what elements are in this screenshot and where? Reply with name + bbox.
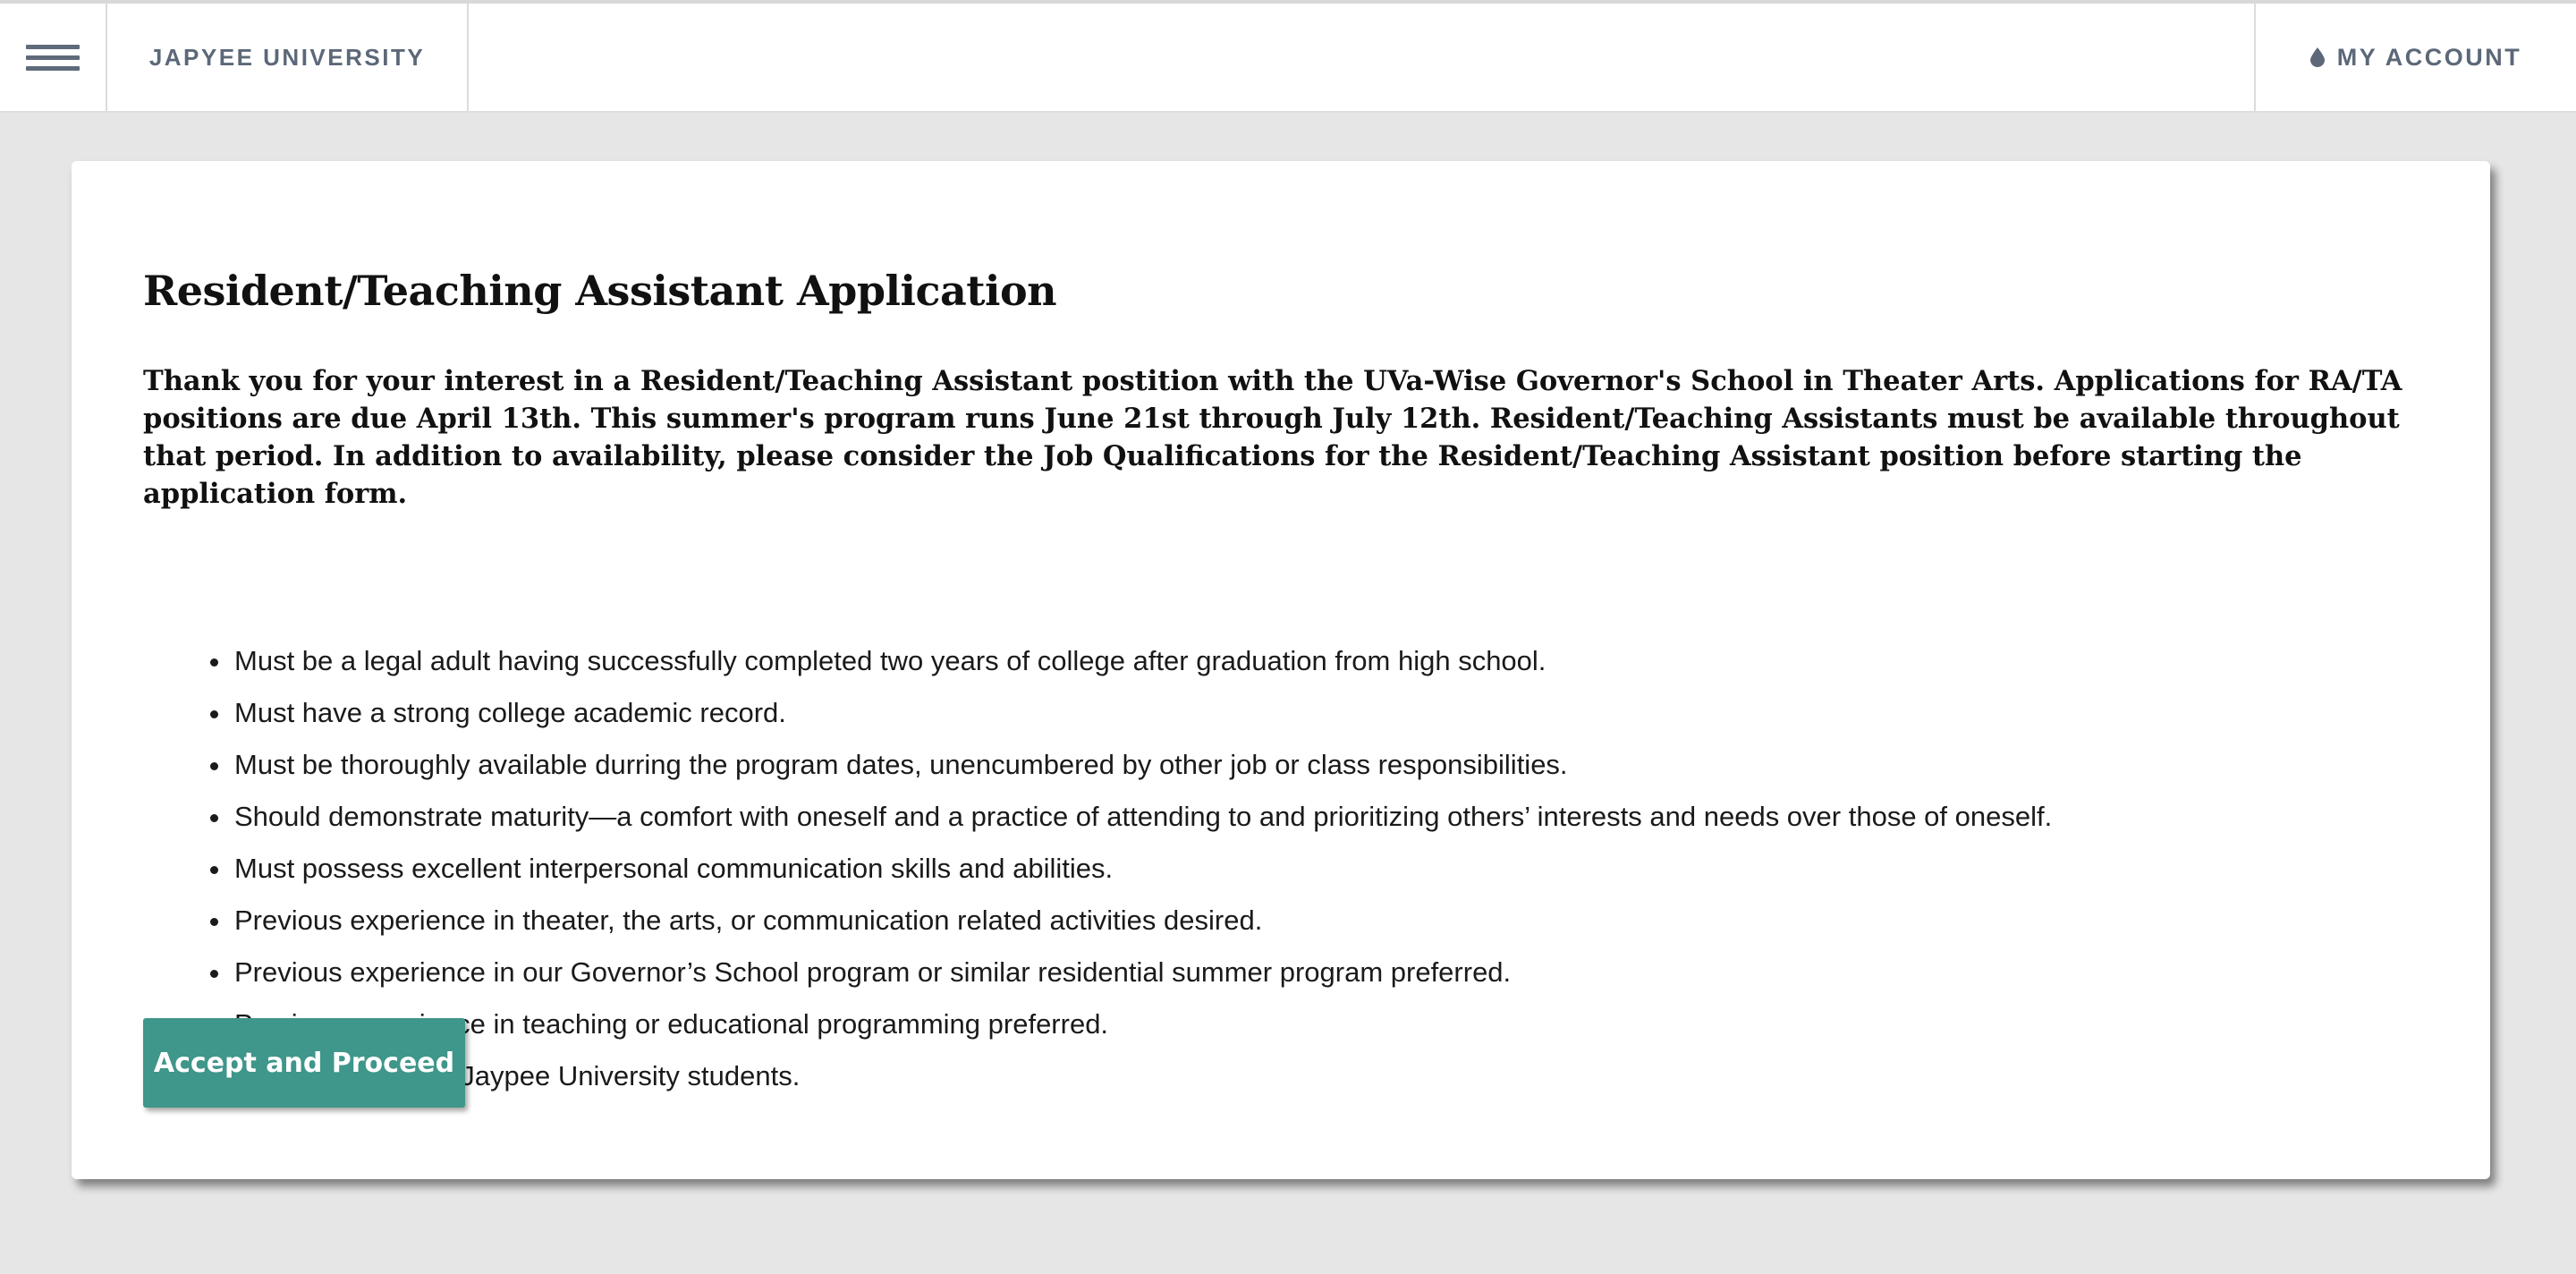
- list-item: Must be thoroughly available durring the…: [233, 739, 2052, 791]
- list-item: Previous experience in teaching or educa…: [233, 998, 2052, 1050]
- list-item: Must possess excellent interpersonal com…: [233, 843, 2052, 895]
- list-item: Must be a legal adult having successfull…: [233, 635, 2052, 687]
- university-brand[interactable]: JAPYEE UNIVERSITY: [107, 4, 469, 111]
- drop-icon: [2309, 47, 2325, 67]
- application-card: Resident/Teaching Assistant Application …: [72, 161, 2490, 1179]
- list-item: Previous experience in theater, the arts…: [233, 895, 2052, 947]
- top-navigation-bar: JAPYEE UNIVERSITY MY ACCOUNT: [0, 0, 2576, 113]
- my-account-button[interactable]: MY ACCOUNT: [2254, 4, 2576, 111]
- hamburger-menu-icon: [26, 44, 80, 71]
- page-title: Resident/Teaching Assistant Application: [143, 267, 1057, 315]
- list-item: Previous experience in our Governor’s Sc…: [233, 947, 2052, 998]
- list-item: Priority is given to Jaypee University s…: [233, 1050, 2052, 1102]
- my-account-label: MY ACCOUNT: [2336, 43, 2522, 71]
- menu-button[interactable]: [0, 4, 107, 111]
- intro-text: Thank you for your interest in a Residen…: [143, 365, 2402, 510]
- list-item: Must have a strong college academic reco…: [233, 687, 2052, 739]
- accept-and-proceed-button[interactable]: Accept and Proceed: [143, 1018, 465, 1108]
- list-item: Should demonstrate maturity—a comfort wi…: [233, 791, 2052, 843]
